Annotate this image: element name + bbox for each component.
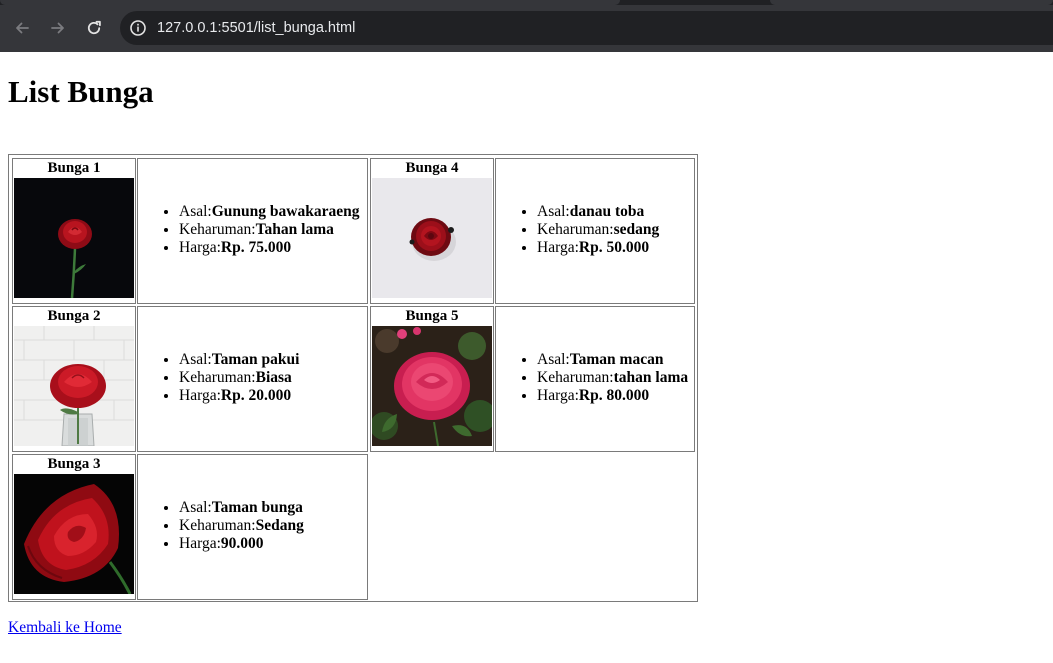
flower-origin: Taman macan [569, 351, 664, 368]
flower-image-cell: Bunga 4 [370, 158, 494, 304]
list-item: Keharuman:Sedang [179, 517, 304, 535]
flower-name: Bunga 5 [405, 308, 459, 324]
flower-fragrance: sedang [613, 221, 660, 238]
flower-price: Rp. 20.000 [220, 387, 292, 404]
page-body: List Bunga Bunga 1 Asal:Gunung bawakarae… [0, 74, 1053, 636]
list-item: Keharuman:sedang [537, 221, 659, 239]
flower-info-cell: Asal:Taman bunga Keharuman:Sedang Harga:… [137, 454, 368, 600]
flower-name: Bunga 2 [47, 308, 101, 324]
flower-origin: Taman pakui [211, 351, 300, 368]
flower-photo-5 [372, 326, 492, 446]
url-text[interactable]: 127.0.0.1:5501/list_bunga.html [157, 11, 355, 45]
list-item: Asal:Gunung bawakaraeng [179, 203, 359, 221]
flower-fragrance: tahan lama [613, 369, 689, 386]
flower-origin: Gunung bawakaraeng [211, 203, 360, 220]
flower-origin: Taman bunga [211, 499, 303, 516]
list-item: Harga:Rp. 50.000 [537, 239, 659, 257]
list-item: Harga:Rp. 80.000 [537, 387, 688, 405]
reload-icon [87, 20, 101, 35]
flower-photo-3 [14, 474, 134, 594]
flower-photo-1 [14, 178, 134, 298]
list-item: Keharuman:tahan lama [537, 369, 688, 387]
flower-photo-2 [14, 326, 134, 446]
list-item: Harga:Rp. 20.000 [179, 387, 299, 405]
flower-details-list: Asal:Taman macan Keharuman:tahan lama Ha… [496, 351, 688, 405]
flower-origin: danau toba [569, 203, 645, 220]
flower-image-cell: Bunga 1 [12, 158, 136, 304]
address-bar[interactable]: 127.0.0.1:5501/list_bunga.html [120, 11, 1053, 45]
browser-toolbar: 127.0.0.1:5501/list_bunga.html [0, 0, 1053, 52]
list-item: Asal:Taman bunga [179, 499, 304, 517]
flower-details-list: Asal:Gunung bawakaraeng Keharuman:Tahan … [138, 203, 359, 257]
flower-info-cell: Asal:Gunung bawakaraeng Keharuman:Tahan … [137, 158, 368, 304]
flower-image-cell: Bunga 3 [12, 454, 136, 600]
flower-price: Rp. 80.000 [578, 387, 650, 404]
flower-price: 90.000 [220, 535, 264, 552]
flower-photo-4 [372, 178, 492, 298]
flower-info-cell: Asal:Taman pakui Keharuman:Biasa Harga:R… [137, 306, 368, 452]
tab-inactive[interactable] [770, 0, 1053, 5]
home-link[interactable]: Kembali ke Home [8, 619, 122, 637]
list-item: Asal:danau toba [537, 203, 659, 221]
flower-name: Bunga 4 [405, 160, 459, 176]
flower-fragrance: Tahan lama [255, 221, 334, 238]
arrow-right-icon [51, 22, 64, 34]
flower-fragrance: Sedang [255, 517, 304, 534]
tab-strip [0, 0, 1053, 5]
flower-fragrance: Biasa [255, 369, 292, 386]
flower-image-cell: Bunga 5 [370, 306, 494, 452]
flower-info-cell: Asal:Taman macan Keharuman:tahan lama Ha… [495, 306, 695, 452]
flower-image-cell: Bunga 2 [12, 306, 136, 452]
list-item: Keharuman:Biasa [179, 369, 299, 387]
flower-name: Bunga 1 [47, 160, 101, 176]
flower-price: Rp. 75.000 [220, 239, 292, 256]
page-title: List Bunga [8, 74, 154, 109]
list-item: Harga:Rp. 75.000 [179, 239, 359, 257]
forward-button[interactable] [44, 14, 72, 42]
back-button[interactable] [8, 14, 36, 42]
site-info-icon[interactable] [129, 19, 147, 37]
list-item: Asal:Taman macan [537, 351, 688, 369]
arrow-left-icon [16, 22, 29, 34]
flower-details-list: Asal:Taman bunga Keharuman:Sedang Harga:… [138, 499, 304, 553]
list-item: Harga:90.000 [179, 535, 304, 553]
reload-button[interactable] [80, 14, 108, 42]
flower-price: Rp. 50.000 [578, 239, 650, 256]
flower-details-list: Asal:danau toba Keharuman:sedang Harga:R… [496, 203, 659, 257]
list-item: Keharuman:Tahan lama [179, 221, 359, 239]
flower-name: Bunga 3 [47, 456, 101, 472]
tab-active[interactable] [0, 0, 620, 5]
flower-details-list: Asal:Taman pakui Keharuman:Biasa Harga:R… [138, 351, 299, 405]
flower-table: Bunga 1 Asal:Gunung bawakaraeng Keharuma… [8, 154, 698, 602]
list-item: Asal:Taman pakui [179, 351, 299, 369]
flower-info-cell: Asal:danau toba Keharuman:sedang Harga:R… [495, 158, 695, 304]
